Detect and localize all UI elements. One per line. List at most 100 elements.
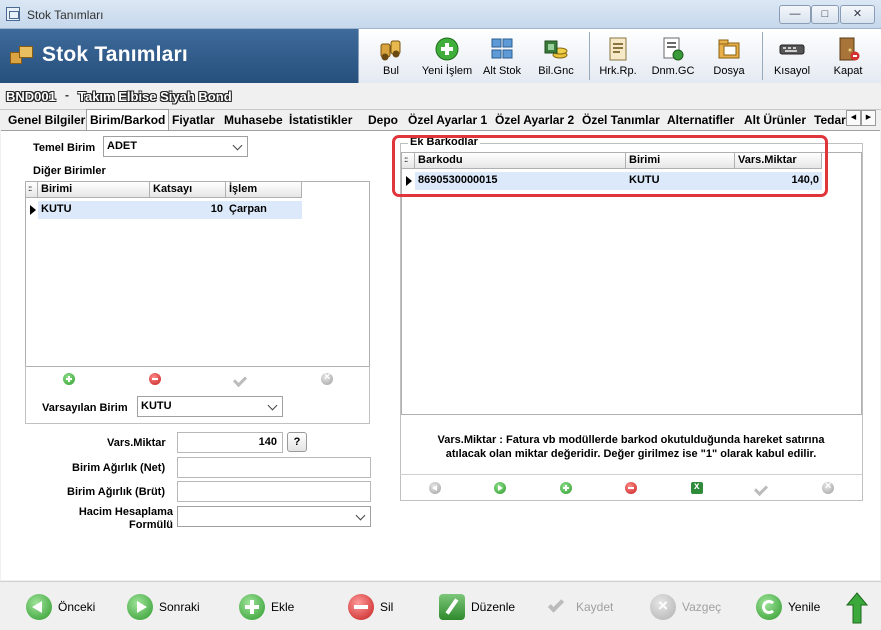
table-row[interactable]: KUTU 10 Çarpan (26, 201, 302, 219)
varsayilan-birim-value: KUTU (141, 400, 172, 412)
shortcut-label: Kısayol (773, 65, 811, 77)
temel-birim-label: Temel Birim (33, 142, 96, 154)
refresh-label: Yenile (788, 600, 821, 614)
cell-katsayi[interactable]: 10 (150, 201, 226, 219)
shortcut-button[interactable]: Kısayol (769, 29, 815, 83)
window-title: Stok Tanımları (27, 8, 104, 22)
maximize-button[interactable]: □ (811, 5, 839, 24)
tab-ozel-tanimlar[interactable]: Özel Tanımlar (582, 110, 660, 130)
search-binoculars-icon (380, 40, 401, 61)
previous-button[interactable]: Önceki (26, 592, 106, 622)
record-bar: BND001 - Takım Elbise Siyah Bond (0, 83, 881, 110)
cell-birimi[interactable]: KUTU (38, 201, 150, 219)
refresh-icon (756, 594, 782, 620)
file-button[interactable]: Dosya (707, 29, 751, 83)
chevron-down-icon (355, 510, 366, 521)
add-barcode-button[interactable] (560, 482, 572, 494)
update-info-label: Bil.Gnc (538, 65, 574, 77)
tab-depo[interactable]: Depo (368, 110, 398, 130)
record-code: BND001 (6, 89, 56, 104)
movement-report-icon (609, 37, 627, 61)
find-label: Bul (383, 65, 399, 77)
tab-tedarikci[interactable]: Tedar (814, 110, 846, 130)
period-button[interactable]: Dnm.GC (649, 29, 697, 83)
column-header-katsayi[interactable]: Katsayı (150, 182, 226, 198)
new-record-button[interactable]: Yeni İşlem (417, 29, 477, 83)
app-icon (6, 7, 20, 21)
cancel-button[interactable]: × Vazgeç (650, 592, 730, 622)
find-button[interactable]: Bul (369, 29, 413, 83)
tab-fiyatlar[interactable]: Fiyatlar (172, 110, 215, 130)
delete-label: Sil (380, 600, 394, 614)
column-header-islem[interactable]: İşlem (226, 182, 302, 198)
refresh-button[interactable]: Yenile (756, 592, 836, 622)
column-header-birimi[interactable]: Birimi (38, 182, 150, 198)
arrow-right-icon (127, 594, 153, 620)
tab-muhasebe[interactable]: Muhasebe (224, 110, 283, 130)
delete-button[interactable]: Sil (348, 592, 408, 622)
close-button[interactable]: Kapat (825, 29, 871, 83)
edit-button[interactable]: Düzenle (439, 592, 519, 622)
tab-ozel-ayarlar-2[interactable]: Özel Ayarlar 2 (495, 110, 574, 130)
tab-scroll-left[interactable]: ◀ (846, 110, 861, 126)
hint-line-2: atılacak olan miktar değeridir. Değer gi… (445, 448, 817, 460)
birim-agirlik-brut-input[interactable] (177, 481, 371, 502)
tab-strip: Genel Bilgiler Birim/Barkod Fiyatlar Muh… (4, 109, 846, 130)
new-record-label: Yeni İşlem (421, 65, 473, 77)
keyboard-shortcut-icon (779, 44, 805, 55)
arrow-left-icon (26, 594, 52, 620)
period-label: Dnm.GC (651, 65, 695, 77)
confirm-barcode-button[interactable] (755, 482, 769, 494)
next-record-button[interactable]: Sonraki (127, 592, 207, 622)
scroll-up-arrow-icon[interactable] (845, 592, 869, 624)
minimize-button[interactable]: — (779, 5, 811, 24)
help-button[interactable]: ? (287, 432, 307, 452)
movement-report-label: Hrk.Rp. (599, 65, 637, 77)
sub-stock-button[interactable]: Alt Stok (479, 29, 525, 83)
tab-birim-barkod[interactable]: Birim/Barkod (86, 109, 170, 130)
tab-alternatifler[interactable]: Alternatifler (667, 110, 734, 130)
record-separator: - (65, 88, 69, 102)
excel-export-icon[interactable] (691, 481, 703, 494)
edit-pencil-icon (439, 594, 465, 620)
tab-genel-bilgiler[interactable]: Genel Bilgiler (8, 110, 85, 130)
delete-barcode-button[interactable] (625, 482, 637, 494)
save-button[interactable]: Kaydet (544, 592, 624, 622)
tab-alt-urunler[interactable]: Alt Ürünler (744, 110, 806, 130)
tab-istatistikler[interactable]: İstatistikler (289, 110, 352, 130)
toolbar-separator (589, 32, 590, 80)
highlight-annotation (392, 135, 828, 197)
next-button[interactable] (494, 482, 506, 494)
checkmark-icon (544, 594, 570, 620)
cell-islem[interactable]: Çarpan (226, 201, 302, 219)
update-info-button[interactable]: Bil.Gnc (533, 29, 579, 83)
file-folder-icon (718, 39, 740, 59)
vars-miktar-hint: Vars.Miktar : Fatura vb modüllerde barko… (408, 433, 854, 461)
vars-miktar-label: Vars.Miktar (107, 437, 166, 449)
temel-birim-select[interactable]: ADET (103, 136, 248, 157)
next-label: Sonraki (159, 600, 200, 614)
sub-stock-label: Alt Stok (483, 65, 521, 77)
hacim-formulu-select[interactable] (177, 506, 371, 527)
chevron-down-icon (232, 140, 243, 151)
movement-report-button[interactable]: Hrk.Rp. (595, 29, 641, 83)
varsayilan-birim-select[interactable]: KUTU (137, 396, 283, 417)
birim-agirlik-net-input[interactable] (177, 457, 371, 478)
temel-birim-value: ADET (107, 140, 137, 152)
tab-ozel-ayarlar-1[interactable]: Özel Ayarlar 1 (408, 110, 487, 130)
close-window-button[interactable]: ✕ (840, 5, 875, 24)
back-button[interactable] (429, 482, 441, 494)
row-pointer-icon (30, 205, 36, 215)
cancel-barcode-button[interactable] (822, 480, 834, 494)
divider (400, 474, 863, 475)
birim-agirlik-brut-label: Birim Ağırlık (Brüt) (67, 486, 165, 498)
tab-scroll-right[interactable]: ▶ (861, 110, 876, 126)
hacim-hesaplama-label: Hacim Hesaplama (78, 506, 173, 518)
add-button[interactable]: Ekle (239, 592, 309, 622)
diger-birimler-grid: :: Birimi Katsayı İşlem KUTU 10 Çarpan (25, 181, 370, 367)
hacim-formulu-label: Formülü (129, 519, 173, 531)
edit-label: Düzenle (471, 600, 516, 614)
stock-boxes-icon (10, 44, 36, 66)
update-coins-icon (544, 40, 568, 59)
vars-miktar-input[interactable]: 140 (177, 432, 283, 453)
